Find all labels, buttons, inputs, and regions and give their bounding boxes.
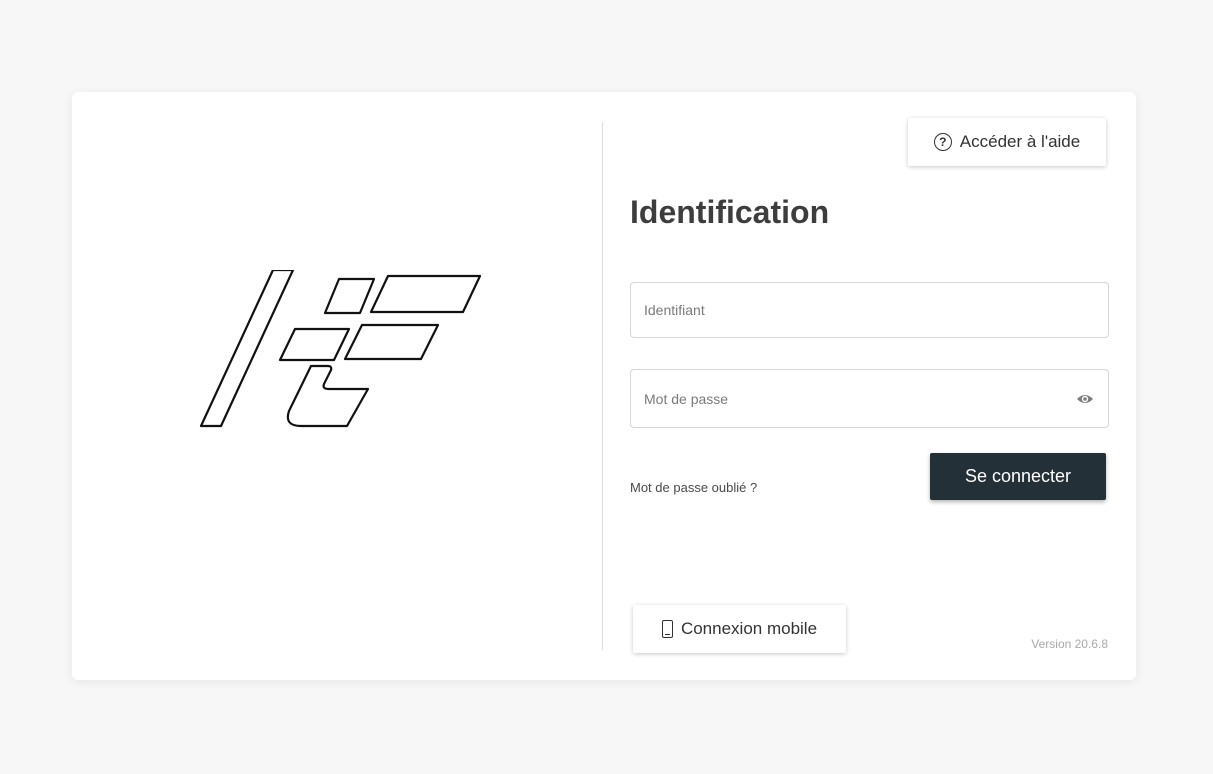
login-card: ? Accéder à l'aide Identification Mot de… — [72, 92, 1136, 680]
logo — [198, 270, 482, 430]
password-field — [630, 369, 1109, 428]
vertical-divider — [602, 122, 603, 650]
help-button[interactable]: ? Accéder à l'aide — [908, 118, 1106, 166]
mobile-login-button[interactable]: Connexion mobile — [633, 605, 846, 653]
question-circle-icon: ? — [933, 133, 952, 151]
logo-icon — [199, 270, 482, 428]
phone-icon — [661, 620, 673, 638]
username-field — [630, 282, 1109, 338]
login-button[interactable]: Se connecter — [930, 453, 1106, 500]
username-input[interactable] — [631, 283, 1108, 337]
mobile-login-label: Connexion mobile — [680, 619, 818, 638]
eye-icon[interactable] — [1076, 392, 1094, 406]
password-input[interactable] — [631, 370, 1108, 427]
page-title: Identification — [630, 194, 830, 230]
version-label: Version 20.6.8 — [1031, 637, 1108, 651]
help-button-label: Accéder à l'aide — [959, 132, 1081, 151]
forgot-password-link[interactable]: Mot de passe oublié ? — [630, 480, 757, 495]
